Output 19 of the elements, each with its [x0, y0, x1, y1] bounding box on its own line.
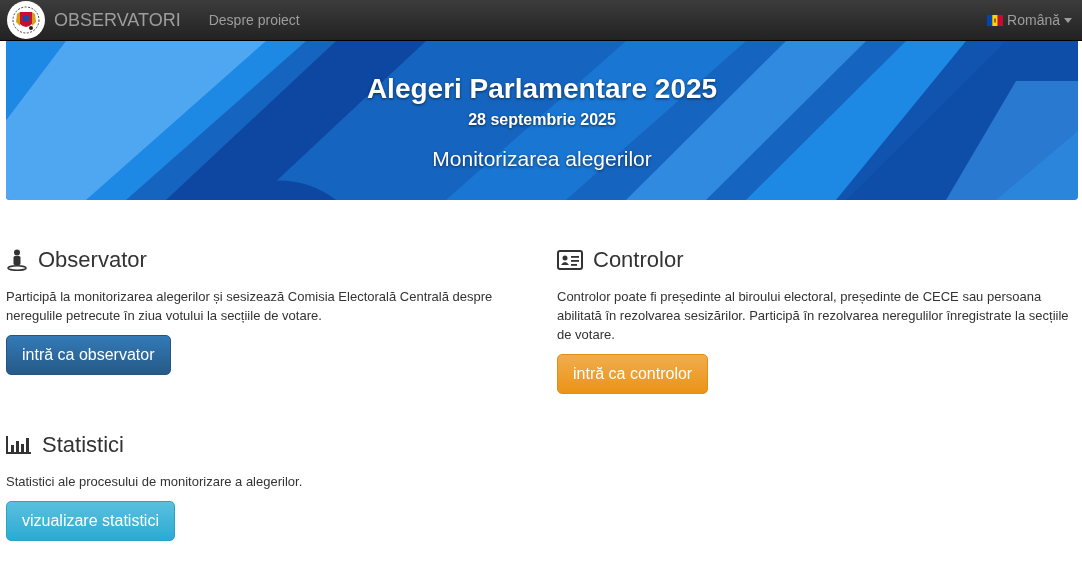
nav-link[interactable]: Despre proiect: [208, 12, 300, 28]
emblem-logo[interactable]: [6, 0, 46, 40]
banner-subtitle: Monitorizarea alegerilor: [432, 147, 652, 171]
caret-icon: [1064, 17, 1072, 23]
section-title: Observator: [38, 247, 147, 273]
id-card-icon: [557, 250, 583, 270]
language-dropdown[interactable]: Română: [983, 12, 1076, 28]
section-description: Controlor poate fi președinte al biroului electoral, președinte de CECE sau persoana abilitată în rezolvarea sesizărilor. Participă în rezolvarea neregulilor înregistrate la secțiile de votare.: [557, 288, 1070, 344]
person-pin-icon: [6, 249, 28, 271]
observer-button[interactable]: intră ca observator: [6, 335, 171, 375]
flag-icon: [987, 14, 1004, 26]
election-date: 28 septembrie 2025: [468, 111, 616, 129]
section-description: Participă la monitorizarea alegerilor și sesizează Comisia Electorală Centrală despre neregulile petrecute în ziua votului la secțiile de votare.: [6, 288, 494, 325]
section-title: Controlor: [593, 247, 684, 273]
brand-name[interactable]: OBSERVATORI: [54, 9, 181, 31]
banner-title: Alegeri Parlamentare 2025: [366, 73, 718, 105]
section-title: Statistici: [42, 432, 124, 458]
section-description: Statistici ale procesului de monitorizare a alegerilor.: [6, 473, 304, 491]
bar-chart-icon: [6, 435, 32, 455]
